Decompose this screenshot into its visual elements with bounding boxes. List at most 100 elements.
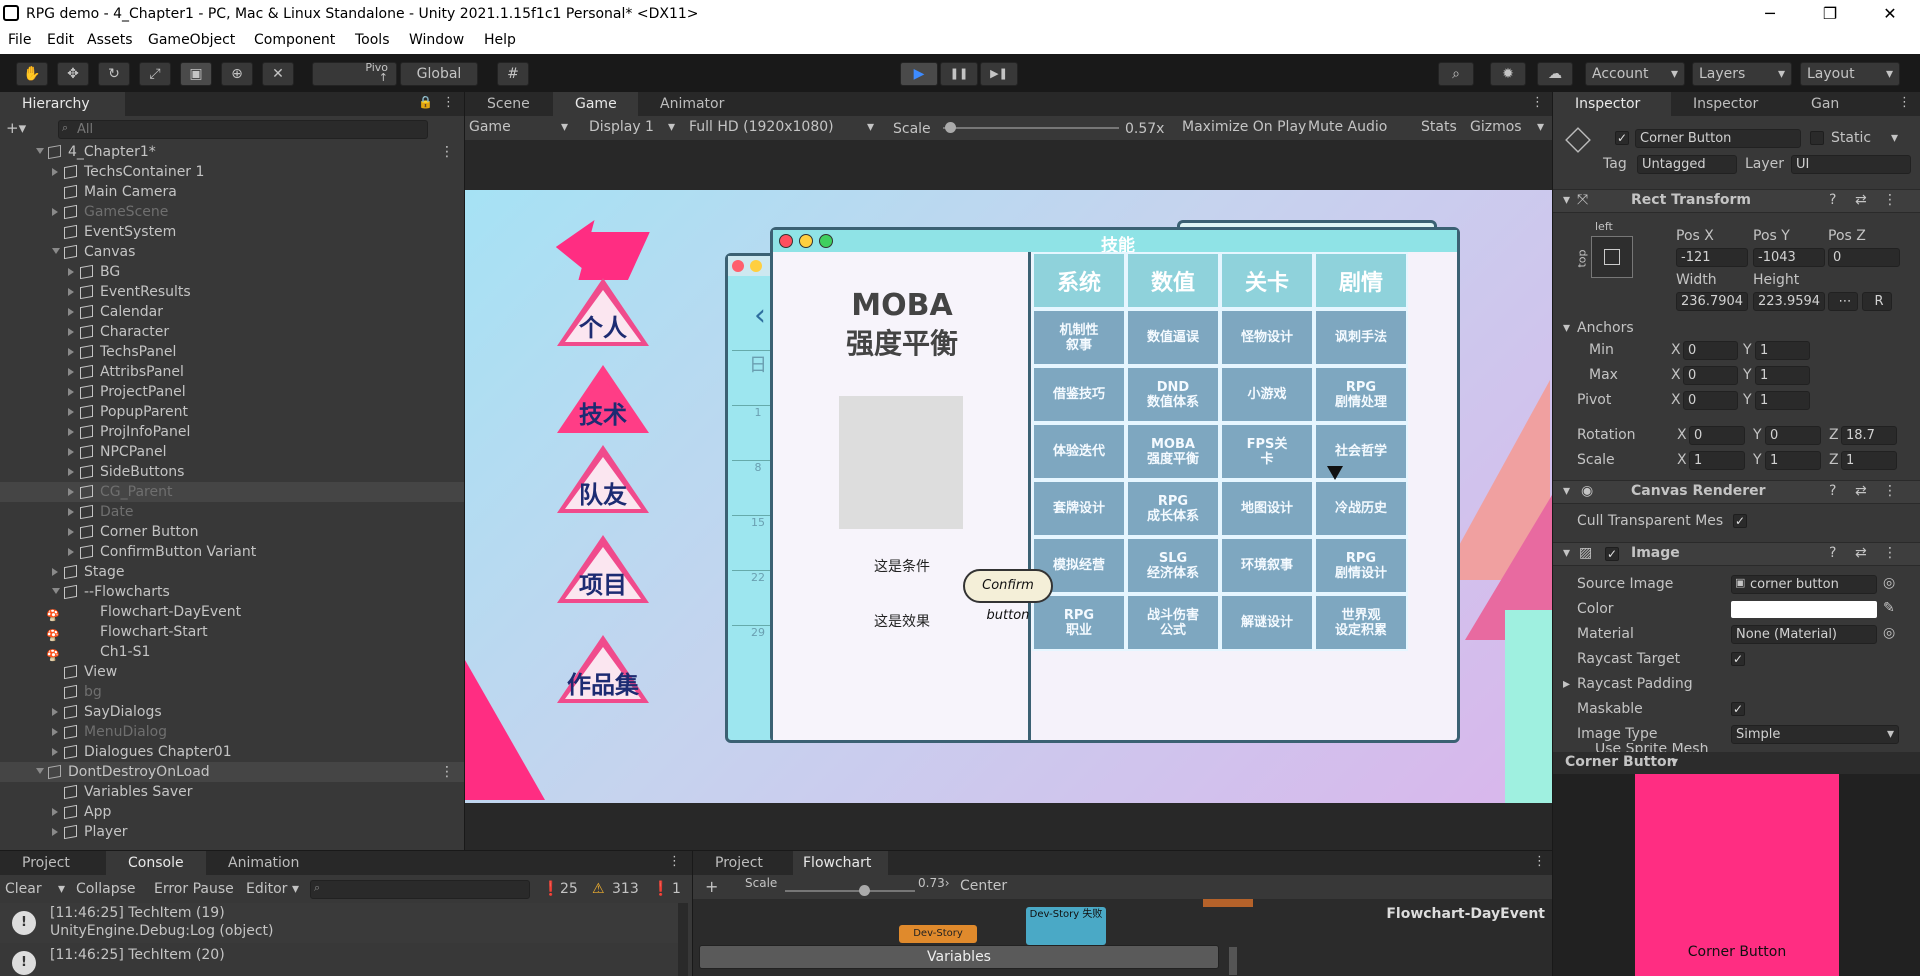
global-toggle[interactable]: Global bbox=[400, 62, 478, 86]
raw-edit-button[interactable]: R bbox=[1862, 292, 1892, 311]
skill-cell[interactable]: 冷战历史 bbox=[1314, 480, 1408, 537]
color-swatch[interactable] bbox=[1731, 601, 1877, 618]
anchor-max-x-field[interactable]: 0 bbox=[1683, 366, 1738, 385]
chevron-right-icon[interactable] bbox=[68, 288, 74, 296]
canvas-renderer-header[interactable]: ▾ ◉ Canvas Renderer ? ⇄ ⋮ bbox=[1553, 480, 1920, 504]
skill-cell[interactable]: RPG 剧情设计 bbox=[1314, 537, 1408, 594]
scale-slider[interactable] bbox=[943, 127, 1119, 129]
flow-node[interactable]: Dev-Story bbox=[899, 925, 977, 943]
hierarchy-item[interactable]: --Flowcharts bbox=[0, 582, 464, 602]
blueprint-mode-button[interactable]: ⋯ bbox=[1828, 292, 1858, 311]
error-pause-button[interactable]: Error Pause bbox=[154, 881, 234, 897]
display-dropdown[interactable]: Display 1 bbox=[589, 119, 654, 135]
hierarchy-search-input[interactable]: All bbox=[58, 120, 428, 139]
chevron-right-icon[interactable] bbox=[68, 448, 74, 456]
move-tool-icon[interactable]: ✥ bbox=[57, 62, 89, 86]
chevron-right-icon[interactable] bbox=[68, 268, 74, 276]
more-icon[interactable]: ⋮ bbox=[1898, 95, 1911, 110]
tab-project[interactable]: Project bbox=[0, 851, 106, 875]
skill-category-header[interactable]: 数值 bbox=[1126, 252, 1220, 309]
pivot-x-field[interactable]: 0 bbox=[1683, 391, 1738, 410]
source-image-field[interactable]: corner button bbox=[1731, 575, 1877, 594]
chevron-right-icon[interactable] bbox=[68, 388, 74, 396]
more-icon[interactable]: ⋮ bbox=[1531, 95, 1544, 110]
hierarchy-item[interactable]: TechsPanel bbox=[0, 342, 464, 362]
tab-inspector-2[interactable]: Inspector bbox=[1671, 92, 1789, 116]
hand-tool-icon[interactable]: ✋ bbox=[16, 62, 48, 86]
rotate-tool-icon[interactable]: ↻ bbox=[98, 62, 130, 86]
maximize-button[interactable]: ❐ bbox=[1815, 4, 1845, 23]
skill-cell[interactable]: 数值逼误 bbox=[1126, 309, 1220, 366]
skill-cell[interactable]: 机制性 叙事 bbox=[1032, 309, 1126, 366]
skill-cell[interactable]: 战斗伤害 公式 bbox=[1126, 594, 1220, 651]
scale-slider-thumb[interactable] bbox=[945, 122, 956, 133]
error-icon[interactable]: ❗ bbox=[652, 881, 669, 897]
hierarchy-item[interactable]: ConfirmButton Variant bbox=[0, 542, 464, 562]
lock-icon[interactable]: 🔒 bbox=[418, 95, 433, 109]
skill-cell[interactable]: 世界观 设定积累 bbox=[1314, 594, 1408, 651]
tab-scene[interactable]: Scene bbox=[465, 92, 553, 116]
tab-game[interactable]: Game bbox=[553, 92, 638, 116]
resolution-dropdown[interactable]: Full HD (1920x1080) bbox=[689, 119, 834, 135]
tab-inspector-1[interactable]: Inspector bbox=[1553, 92, 1671, 116]
chevron-right-icon[interactable] bbox=[52, 168, 58, 176]
rotation-y-field[interactable]: 0 bbox=[1765, 426, 1821, 445]
clear-button[interactable]: Clear bbox=[5, 881, 42, 897]
skill-cell[interactable]: FPS关 卡 bbox=[1220, 423, 1314, 480]
object-picker-icon[interactable]: ◎ bbox=[1883, 575, 1895, 591]
layers-dropdown[interactable]: Layers ▾ bbox=[1692, 62, 1792, 86]
skill-cell[interactable]: 解谜设计 bbox=[1220, 594, 1314, 651]
height-field[interactable]: 223.9594 bbox=[1753, 292, 1825, 311]
more-icon[interactable]: ⋮ bbox=[440, 762, 454, 782]
scale-tool-icon[interactable]: ⤢ bbox=[139, 62, 171, 86]
image-type-dropdown[interactable]: Simple bbox=[1731, 725, 1899, 744]
hierarchy-item[interactable]: GameScene bbox=[0, 202, 464, 222]
confirm-button[interactable]: Confirm button bbox=[963, 569, 1053, 623]
hierarchy-item[interactable]: Calendar bbox=[0, 302, 464, 322]
menu-file[interactable]: File bbox=[8, 32, 31, 48]
log-entry[interactable]: ! [11:46:25] TechItem (19) UnityEngine.D… bbox=[0, 903, 680, 943]
maximize-on-play-toggle[interactable]: Maximize On Play bbox=[1182, 119, 1306, 135]
menu-assets[interactable]: Assets bbox=[87, 32, 133, 48]
menu-tools[interactable]: Tools bbox=[355, 32, 390, 48]
console-scrollbar[interactable] bbox=[678, 903, 688, 976]
tab-console[interactable]: Console bbox=[106, 851, 206, 875]
maximize-dot-icon[interactable] bbox=[819, 234, 833, 248]
hierarchy-item[interactable]: EventResults bbox=[0, 282, 464, 302]
hierarchy-item[interactable]: Dialogues Chapter01 bbox=[0, 742, 464, 762]
variables-panel[interactable]: Variables bbox=[699, 945, 1219, 969]
menu-edit[interactable]: Edit bbox=[47, 32, 74, 48]
posx-field[interactable]: -121 bbox=[1676, 248, 1748, 267]
flowchart-scale-thumb[interactable] bbox=[859, 885, 870, 896]
stats-toggle[interactable]: Stats bbox=[1421, 119, 1457, 135]
scale-x-field[interactable]: 1 bbox=[1689, 451, 1745, 470]
anchor-preset-button[interactable] bbox=[1591, 236, 1633, 278]
warning-icon[interactable]: ⚠ bbox=[592, 881, 605, 897]
menu-window[interactable]: Window bbox=[409, 32, 464, 48]
tab-game-short[interactable]: Gan bbox=[1789, 92, 1869, 116]
settings-icon[interactable]: ⇄ bbox=[1855, 483, 1867, 499]
hierarchy-item[interactable]: PopupParent bbox=[0, 402, 464, 422]
flow-node[interactable] bbox=[1203, 899, 1253, 907]
anchor-min-y-field[interactable]: 1 bbox=[1755, 341, 1810, 360]
rotation-z-field[interactable]: 18.7 bbox=[1841, 426, 1897, 445]
close-button[interactable]: ✕ bbox=[1875, 4, 1905, 23]
transform-tool-icon[interactable]: ⊕ bbox=[221, 62, 253, 86]
add-icon[interactable]: +▾ bbox=[6, 119, 26, 137]
chevron-down-icon[interactable] bbox=[36, 148, 44, 154]
skill-cell[interactable]: 小游戏 bbox=[1220, 366, 1314, 423]
flowchart-scrollbar[interactable] bbox=[1229, 947, 1237, 975]
hierarchy-item[interactable]: App bbox=[0, 802, 464, 822]
skill-cell[interactable]: 讽刺手法 bbox=[1314, 309, 1408, 366]
play-button[interactable]: ▶ bbox=[900, 62, 938, 86]
hierarchy-item[interactable]: Date bbox=[0, 502, 464, 522]
minimize-button[interactable]: ─ bbox=[1755, 4, 1785, 23]
tab-animation[interactable]: Animation bbox=[206, 851, 318, 875]
gizmos-toggle[interactable]: Gizmos bbox=[1470, 119, 1522, 135]
hierarchy-item[interactable]: Canvas bbox=[0, 242, 464, 262]
chevron-down-icon[interactable]: ▾ bbox=[1891, 130, 1898, 146]
scale-z-field[interactable]: 1 bbox=[1841, 451, 1897, 470]
preview-header[interactable]: Corner Button ▾ bbox=[1553, 752, 1920, 774]
chevron-right-icon[interactable]: ▸ bbox=[1563, 676, 1570, 692]
collapse-button[interactable]: Collapse bbox=[76, 881, 136, 897]
